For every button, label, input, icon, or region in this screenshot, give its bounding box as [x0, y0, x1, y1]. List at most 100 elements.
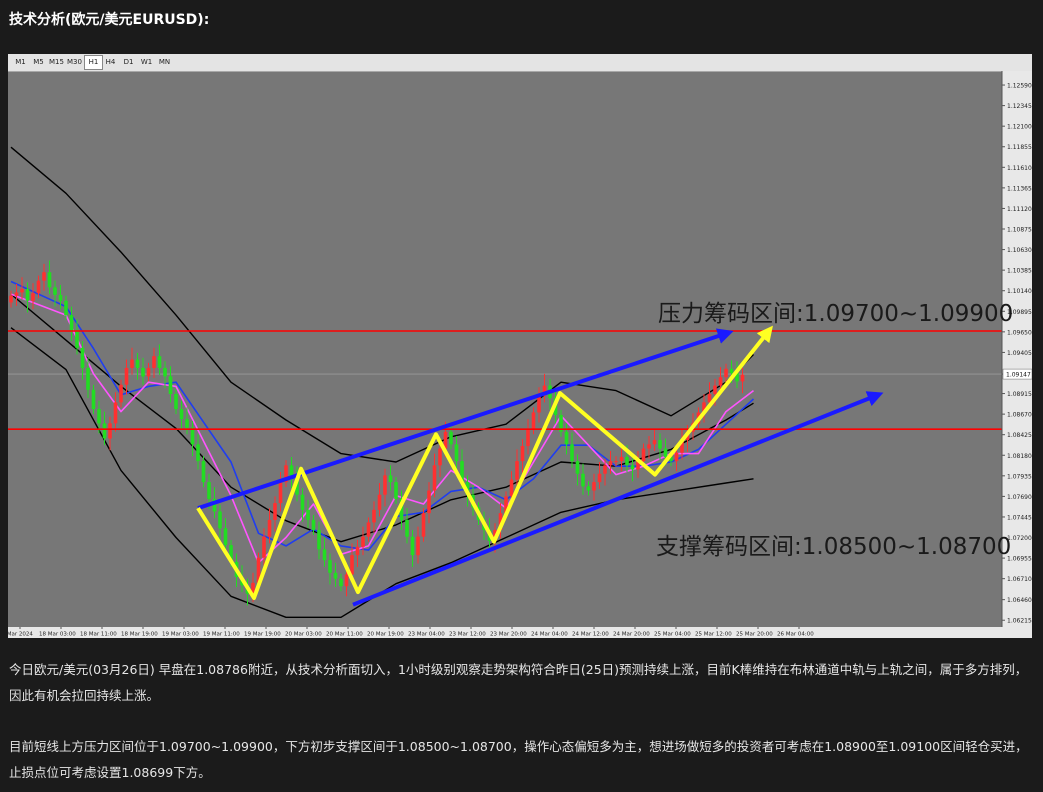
article-heading: 技术分析(欧元/美元EURUSD): — [9, 12, 210, 28]
time-tick-label: 18 Mar 19:00 — [121, 632, 158, 638]
candle-body — [652, 440, 657, 445]
price-tick-label: 1.12590 — [1007, 83, 1032, 90]
candle-body — [190, 427, 195, 445]
candle-body — [421, 513, 426, 537]
candle-body — [449, 431, 453, 445]
candle-body — [31, 293, 35, 301]
candle-body — [509, 479, 514, 497]
candle-body — [36, 280, 41, 294]
candle-body — [25, 289, 30, 301]
candle-body — [201, 461, 206, 483]
candle-body — [361, 536, 365, 547]
candle-body — [262, 536, 266, 558]
time-tick-label: 25 Mar 20:00 — [736, 632, 773, 638]
candle-body — [53, 287, 57, 295]
candle-body — [102, 423, 107, 439]
candle-body — [273, 503, 277, 520]
candle-body — [388, 475, 393, 483]
time-tick-label: 18 Mar 03:00 — [39, 632, 76, 638]
candle-body — [350, 555, 354, 575]
candle-body — [141, 367, 145, 377]
candle-body — [306, 509, 310, 520]
price-tick-label: 1.08180 — [1007, 453, 1032, 460]
candle-body — [372, 509, 376, 523]
candle-body — [586, 486, 591, 491]
candle-body — [20, 289, 24, 293]
price-tick-label: 1.11365 — [1007, 185, 1032, 192]
candle-body — [427, 490, 431, 514]
time-tick-label: 20 Mar 03:00 — [285, 632, 322, 638]
channel-lower-arrow — [352, 391, 884, 607]
candle-body — [619, 456, 624, 462]
candle-body — [520, 446, 525, 462]
price-tick-label: 1.09650 — [1007, 329, 1032, 336]
price-tick-label: 1.08915 — [1007, 391, 1032, 398]
candle-body — [377, 494, 382, 510]
candle-body — [630, 465, 635, 470]
moving-average-magenta — [10, 293, 754, 564]
time-tick-label: 20 Mar 19:00 — [367, 632, 404, 638]
candle-body — [168, 376, 173, 394]
candle-body — [608, 461, 613, 466]
candle-body — [663, 448, 668, 457]
price-tick-label: 1.06710 — [1007, 576, 1032, 583]
candle-body — [438, 448, 442, 466]
moving-average-blue — [10, 280, 755, 551]
moving-averages — [10, 280, 755, 564]
candle-body — [344, 574, 349, 587]
price-tick-label: 1.07445 — [1007, 514, 1032, 521]
candle-body — [526, 429, 530, 447]
time-tick-label: 25 Mar 12:00 — [695, 632, 732, 638]
candle-body — [69, 315, 74, 332]
time-tick-label: 24 Mar 20:00 — [613, 632, 650, 638]
candle-body — [432, 465, 437, 491]
candle-body — [130, 359, 134, 368]
candle-body — [278, 482, 283, 504]
candle-body — [328, 560, 332, 573]
candle-body — [740, 374, 745, 382]
candle-body — [124, 367, 129, 385]
time-tick-label: 18 Mar 11:00 — [80, 632, 117, 638]
candle-body — [64, 300, 68, 316]
candle-body — [724, 368, 728, 378]
time-tick-label: 19 Mar 11:00 — [203, 632, 240, 638]
price-tick-label: 1.12100 — [1007, 124, 1032, 131]
bollinger-upper — [10, 146, 754, 463]
time-tick-label: 25 Mar 04:00 — [654, 632, 691, 638]
candle-body — [146, 367, 151, 377]
candle-body — [179, 409, 184, 420]
candle-body — [135, 359, 140, 368]
candle-body — [108, 423, 112, 439]
time-tick-label: 24 Mar 12:00 — [572, 632, 609, 638]
candle-body — [410, 536, 415, 556]
candle-body — [267, 519, 272, 537]
candle-body — [581, 473, 585, 487]
candle-body — [647, 444, 651, 449]
time-axis: 18 Mar 2024 18 Mar 03:00 18 Mar 11:00 18 Ma… — [8, 627, 1032, 638]
candle-body — [119, 384, 123, 403]
candle-body — [405, 519, 409, 537]
candle-body — [86, 367, 90, 390]
price-tick-label: 1.10630 — [1007, 247, 1032, 254]
candle-body — [416, 536, 420, 556]
candle-body — [564, 431, 569, 445]
time-tick-label: 26 Mar 04:00 — [777, 632, 814, 638]
candle-body — [223, 528, 228, 546]
candle-body — [603, 465, 607, 474]
time-tick-label: 23 Mar 04:00 — [408, 632, 445, 638]
candle-body — [9, 295, 13, 303]
candle-body — [14, 292, 19, 296]
price-chart[interactable]: M1M5M15M30H1H4D1W1MN 1.096501.08480 1.12… — [8, 54, 1032, 638]
candle-body — [658, 440, 662, 449]
candle-body — [454, 444, 459, 462]
chart-canvas: 1.096501.08480 1.125901.123451.121001.11… — [8, 71, 1032, 638]
analysis-paragraph-2: 目前短线上方压力区间位于1.09700~1.09900，下方初步支撑区间于1.0… — [9, 739, 1028, 780]
candle-body — [383, 475, 387, 495]
price-tick-label: 1.08425 — [1007, 432, 1032, 439]
time-tick-label: 19 Mar 03:00 — [162, 632, 199, 638]
analysis-paragraph-1: 今日欧元/美元(03月26日) 早盘在1.08786附近，从技术分析面切入，1小… — [9, 662, 1028, 703]
candle-body — [674, 452, 679, 462]
candle-body — [91, 389, 96, 410]
candle-body — [333, 572, 338, 579]
candle-body — [174, 393, 178, 410]
